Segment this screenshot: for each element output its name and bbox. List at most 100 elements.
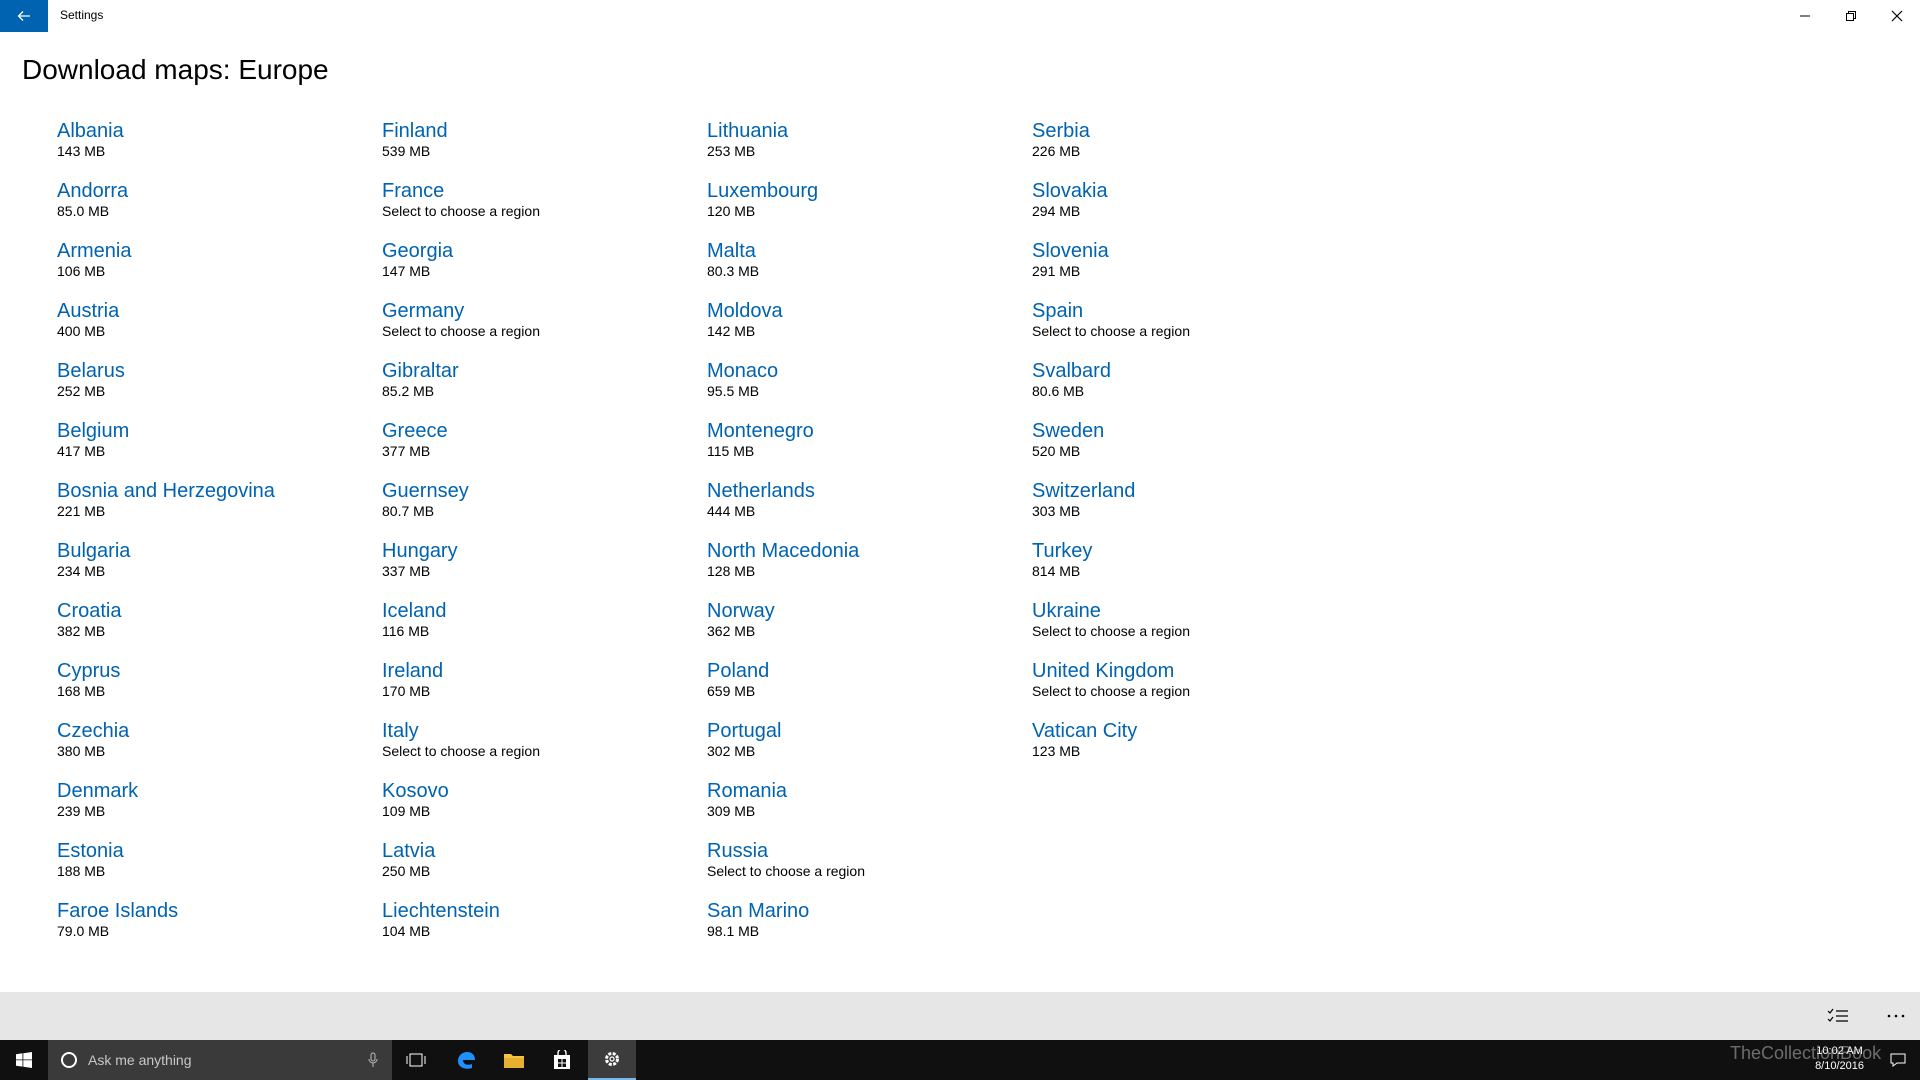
country-item[interactable]: Norway 362 MB (707, 598, 1027, 658)
country-item[interactable]: Belgium 417 MB (57, 418, 377, 478)
country-item[interactable]: Croatia 382 MB (57, 598, 377, 658)
country-name[interactable]: Norway (707, 598, 1027, 624)
country-name[interactable]: Slovakia (1032, 178, 1352, 204)
notification-icon[interactable] (1890, 1052, 1906, 1068)
country-item[interactable]: Bulgaria 234 MB (57, 538, 377, 598)
country-name[interactable]: Monaco (707, 358, 1027, 384)
country-name[interactable]: Spain (1032, 298, 1352, 324)
country-name[interactable]: Kosovo (382, 778, 702, 804)
country-item[interactable]: Andorra 85.0 MB (57, 178, 377, 238)
country-item[interactable]: San Marino 98.1 MB (707, 898, 1027, 958)
country-name[interactable]: Iceland (382, 598, 702, 624)
country-name[interactable]: Andorra (57, 178, 377, 204)
country-item[interactable]: Georgia 147 MB (382, 238, 702, 298)
country-name[interactable]: Albania (57, 118, 377, 144)
restore-button[interactable] (1828, 0, 1874, 32)
country-item[interactable]: Iceland 116 MB (382, 598, 702, 658)
minimize-button[interactable] (1782, 0, 1828, 32)
country-item[interactable]: Turkey 814 MB (1032, 538, 1352, 598)
country-name[interactable]: Guernsey (382, 478, 702, 504)
country-name[interactable]: Slovenia (1032, 238, 1352, 264)
country-name[interactable]: Russia (707, 838, 1027, 864)
country-item[interactable]: Greece 377 MB (382, 418, 702, 478)
country-item[interactable]: Denmark 239 MB (57, 778, 377, 838)
search-box[interactable]: Ask me anything (48, 1040, 392, 1080)
country-item[interactable]: Spain Select to choose a region (1032, 298, 1352, 358)
settings-taskbar-button[interactable] (588, 1040, 636, 1080)
country-item[interactable]: Albania 143 MB (57, 118, 377, 178)
country-item[interactable]: Finland 539 MB (382, 118, 702, 178)
country-name[interactable]: Poland (707, 658, 1027, 684)
country-name[interactable]: Finland (382, 118, 702, 144)
close-button[interactable] (1874, 0, 1920, 32)
country-item[interactable]: Poland 659 MB (707, 658, 1027, 718)
country-item[interactable]: Ireland 170 MB (382, 658, 702, 718)
country-item[interactable]: Latvia 250 MB (382, 838, 702, 898)
country-item[interactable]: Switzerland 303 MB (1032, 478, 1352, 538)
country-item[interactable]: Austria 400 MB (57, 298, 377, 358)
country-item[interactable]: Cyprus 168 MB (57, 658, 377, 718)
task-view-button[interactable] (392, 1040, 440, 1080)
country-item[interactable]: Gibraltar 85.2 MB (382, 358, 702, 418)
country-name[interactable]: Belarus (57, 358, 377, 384)
country-name[interactable]: Svalbard (1032, 358, 1352, 384)
country-name[interactable]: Hungary (382, 538, 702, 564)
country-item[interactable]: Hungary 337 MB (382, 538, 702, 598)
country-name[interactable]: Serbia (1032, 118, 1352, 144)
country-name[interactable]: Czechia (57, 718, 377, 744)
country-item[interactable]: Monaco 95.5 MB (707, 358, 1027, 418)
edge-button[interactable] (442, 1040, 490, 1080)
country-item[interactable]: United Kingdom Select to choose a region (1032, 658, 1352, 718)
country-item[interactable]: Estonia 188 MB (57, 838, 377, 898)
more-button[interactable] (1876, 998, 1916, 1034)
country-name[interactable]: Belgium (57, 418, 377, 444)
country-name[interactable]: Austria (57, 298, 377, 324)
country-name[interactable]: Bulgaria (57, 538, 377, 564)
country-name[interactable]: Latvia (382, 838, 702, 864)
country-name[interactable]: Estonia (57, 838, 377, 864)
country-item[interactable]: France Select to choose a region (382, 178, 702, 238)
store-button[interactable] (538, 1040, 586, 1080)
country-item[interactable]: Slovakia 294 MB (1032, 178, 1352, 238)
country-item[interactable]: Slovenia 291 MB (1032, 238, 1352, 298)
country-item[interactable]: Portugal 302 MB (707, 718, 1027, 778)
country-name[interactable]: Denmark (57, 778, 377, 804)
country-item[interactable]: Montenegro 115 MB (707, 418, 1027, 478)
country-item[interactable]: Svalbard 80.6 MB (1032, 358, 1352, 418)
country-item[interactable]: Kosovo 109 MB (382, 778, 702, 838)
country-name[interactable]: Faroe Islands (57, 898, 377, 924)
country-name[interactable]: Turkey (1032, 538, 1352, 564)
country-item[interactable]: Sweden 520 MB (1032, 418, 1352, 478)
country-item[interactable]: Lithuania 253 MB (707, 118, 1027, 178)
country-name[interactable]: France (382, 178, 702, 204)
country-name[interactable]: Liechtenstein (382, 898, 702, 924)
country-item[interactable]: Armenia 106 MB (57, 238, 377, 298)
country-item[interactable]: Italy Select to choose a region (382, 718, 702, 778)
country-name[interactable]: Netherlands (707, 478, 1027, 504)
country-name[interactable]: Portugal (707, 718, 1027, 744)
start-button[interactable] (0, 1040, 48, 1080)
country-name[interactable]: Vatican City (1032, 718, 1352, 744)
country-name[interactable]: Cyprus (57, 658, 377, 684)
country-item[interactable]: Czechia 380 MB (57, 718, 377, 778)
country-name[interactable]: Montenegro (707, 418, 1027, 444)
country-item[interactable]: Ukraine Select to choose a region (1032, 598, 1352, 658)
country-item[interactable]: Romania 309 MB (707, 778, 1027, 838)
file-explorer-button[interactable] (490, 1040, 538, 1080)
country-item[interactable]: Faroe Islands 79.0 MB (57, 898, 377, 958)
country-name[interactable]: Moldova (707, 298, 1027, 324)
country-name[interactable]: Lithuania (707, 118, 1027, 144)
country-name[interactable]: Ireland (382, 658, 702, 684)
country-name[interactable]: Sweden (1032, 418, 1352, 444)
country-name[interactable]: Ukraine (1032, 598, 1352, 624)
country-name[interactable]: Croatia (57, 598, 377, 624)
country-item[interactable]: Malta 80.3 MB (707, 238, 1027, 298)
country-name[interactable]: Gibraltar (382, 358, 702, 384)
country-name[interactable]: United Kingdom (1032, 658, 1352, 684)
country-name[interactable]: Italy (382, 718, 702, 744)
country-item[interactable]: Serbia 226 MB (1032, 118, 1352, 178)
country-item[interactable]: Russia Select to choose a region (707, 838, 1027, 898)
country-name[interactable]: Armenia (57, 238, 377, 264)
list-button[interactable] (1818, 998, 1858, 1034)
back-button[interactable] (0, 0, 48, 32)
